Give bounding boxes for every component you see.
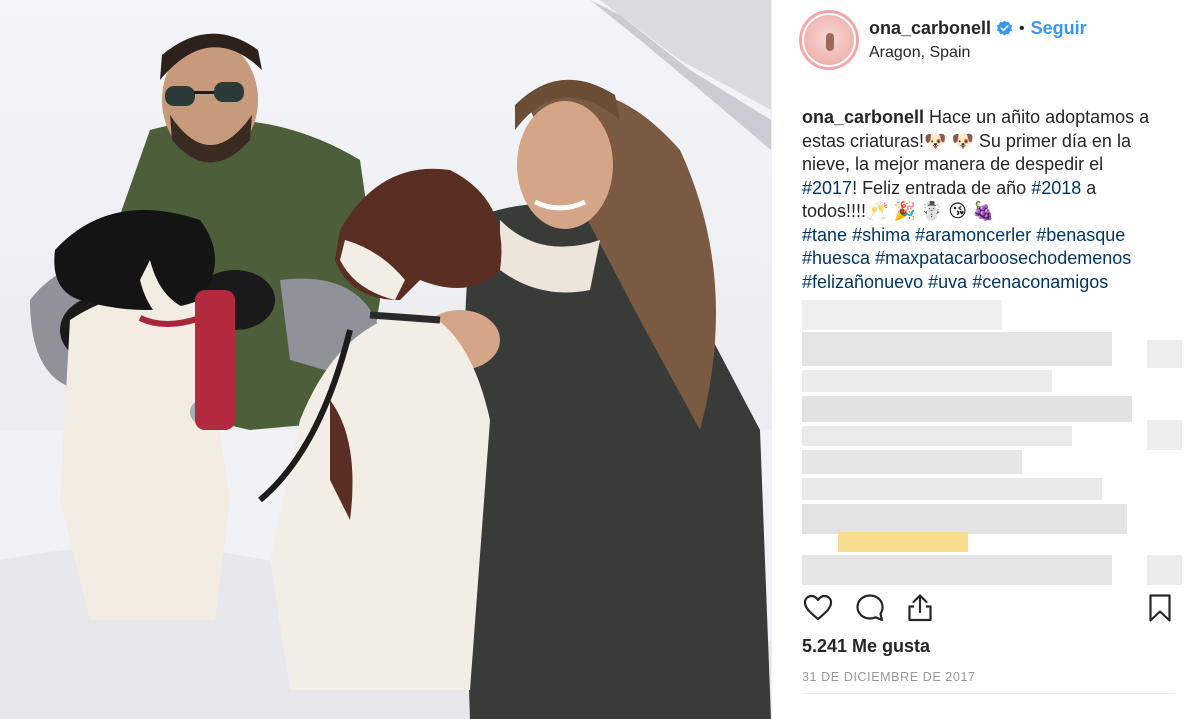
separator-dot: • — [1019, 19, 1025, 37]
username-row: ona_carbonell • Seguir — [869, 18, 1087, 39]
comment-bubble-icon[interactable] — [854, 592, 886, 624]
post-photo-illustration — [0, 0, 771, 719]
caption-text-line3: nieve, la mejor manera de despedir el — [802, 154, 1104, 174]
action-bar — [802, 590, 1177, 630]
bookmark-icon[interactable] — [1144, 592, 1176, 624]
hashtag-link[interactable]: #2018 — [1031, 178, 1081, 198]
post-caption: ona_carbonell Hace un añito adoptamos a e… — [802, 106, 1177, 294]
hashtag-link[interactable]: #cenaconamigos — [972, 272, 1108, 292]
hashtag-link[interactable]: #shima — [852, 225, 910, 245]
verified-badge-icon — [996, 20, 1013, 36]
caption-text-line4: ! Feliz entrada de año — [852, 177, 1032, 198]
avatar-image — [802, 13, 856, 67]
caption-text-line1: Hace un añito adoptamos a — [929, 107, 1150, 127]
hashtag-link[interactable]: #benasque — [1036, 225, 1125, 245]
hashtag-link[interactable]: #aramoncerler — [915, 225, 1031, 245]
location-link[interactable]: Aragon, Spain — [869, 44, 970, 62]
follow-button[interactable]: Seguir — [1031, 18, 1087, 39]
caption-username-link[interactable]: ona_carbonell — [802, 107, 924, 127]
caption-text-line4-end: a — [1081, 177, 1097, 198]
hashtag-link[interactable]: #huesca — [802, 248, 870, 268]
caption-text-line2: estas criaturas!🐶 🐶 Su primer día en la — [802, 130, 1131, 151]
hashtag-link[interactable]: #2017 — [802, 178, 852, 198]
hashtag-link[interactable]: #felizañonuevo — [802, 272, 923, 292]
username-link[interactable]: ona_carbonell — [869, 18, 991, 39]
post-date[interactable]: 31 DE DICIEMBRE DE 2017 — [802, 670, 976, 684]
post-side-panel: ona_carbonell • Seguir Aragon, Spain ona… — [771, 0, 1200, 719]
post-photo[interactable] — [0, 0, 771, 719]
share-upload-icon[interactable] — [904, 592, 936, 624]
hashtag-link[interactable]: #uva — [928, 272, 967, 292]
hashtag-link[interactable]: #tane — [802, 225, 847, 245]
divider — [802, 693, 1175, 694]
caption-text-line5: todos!!!!🥂 🎉 ☃️ 😘 🍇 — [802, 201, 995, 221]
heart-icon[interactable] — [802, 592, 834, 624]
hashtag-row: #huesca #maxpatacarboosechodemenos — [802, 247, 1177, 271]
post-header: ona_carbonell • Seguir Aragon, Spain — [772, 0, 1200, 80]
left-dog — [54, 210, 235, 620]
hashtag-link[interactable]: #maxpatacarboosechodemenos — [875, 248, 1131, 268]
hashtag-row: #tane #shima #aramoncerler #benasque — [802, 224, 1177, 248]
blurred-comments — [802, 300, 1182, 590]
avatar[interactable] — [799, 10, 859, 70]
likes-count[interactable]: 5.241 Me gusta — [802, 636, 930, 657]
hashtag-row: #felizañonuevo #uva #cenaconamigos — [802, 271, 1177, 295]
